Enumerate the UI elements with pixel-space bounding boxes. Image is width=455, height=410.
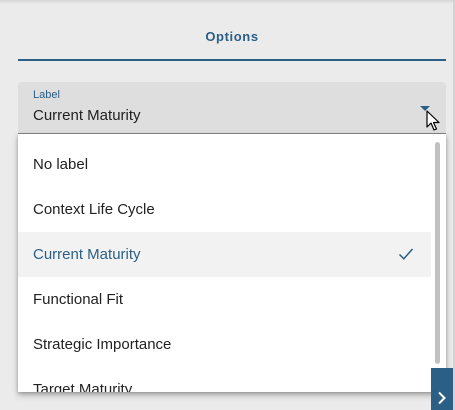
select-field-label: Label <box>33 89 60 101</box>
option-context-life-cycle[interactable]: Context Life Cycle <box>18 187 431 232</box>
select-current-value: Current Maturity <box>33 107 141 124</box>
mouse-cursor-icon <box>426 110 440 131</box>
option-target-maturity[interactable]: Target Maturity <box>18 367 431 392</box>
dropdown-scrollbar[interactable] <box>435 142 440 364</box>
option-functional-fit[interactable]: Functional Fit <box>18 277 431 322</box>
label-select[interactable]: Label Current Maturity <box>18 82 446 134</box>
option-current-maturity[interactable]: Current Maturity <box>18 232 431 277</box>
options-tab-title[interactable]: Options <box>18 29 446 44</box>
chevron-right-icon <box>438 391 446 405</box>
option-no-label[interactable]: No label <box>18 142 431 187</box>
top-shadow <box>0 0 455 4</box>
checkmark-icon <box>398 248 414 260</box>
option-strategic-importance[interactable]: Strategic Importance <box>18 322 431 367</box>
options-tab-underline <box>18 59 446 61</box>
expand-panel-button[interactable] <box>431 368 453 410</box>
option-list: No label Context Life Cycle Current Matu… <box>18 142 431 392</box>
label-options-dropdown: No label Context Life Cycle Current Matu… <box>18 134 446 392</box>
option-label: Current Maturity <box>33 246 141 263</box>
